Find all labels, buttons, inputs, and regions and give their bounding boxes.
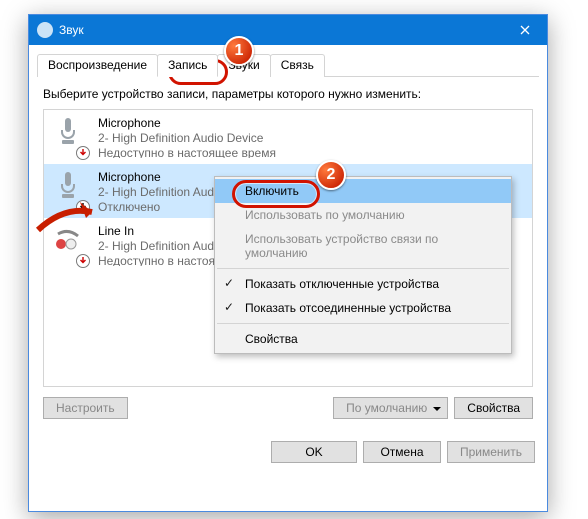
annotation-callout-2: 2 xyxy=(316,160,346,190)
tab-recording[interactable]: Запись xyxy=(157,54,218,77)
menu-use-comm-default[interactable]: Использовать устройство связи по умолчан… xyxy=(215,227,511,265)
microphone-icon xyxy=(52,116,84,148)
menu-separator xyxy=(217,268,509,269)
device-name: Microphone xyxy=(98,116,276,131)
menu-properties[interactable]: Свойства xyxy=(215,327,511,351)
menu-separator xyxy=(217,323,509,324)
menu-show-disabled[interactable]: Показать отключенные устройства xyxy=(215,272,511,296)
close-button[interactable] xyxy=(503,15,547,45)
cancel-button[interactable]: Отмена xyxy=(363,441,441,463)
device-status: Недоступно в настоящее время xyxy=(98,146,276,158)
apply-button[interactable]: Применить xyxy=(447,441,535,463)
titlebar: Звук xyxy=(29,15,547,45)
ok-button[interactable]: OK xyxy=(271,441,357,463)
set-default-button[interactable]: По умолчанию xyxy=(333,397,448,419)
app-icon xyxy=(37,22,53,38)
dialog-buttons: OK Отмена Применить xyxy=(29,431,547,463)
tab-communications[interactable]: Связь xyxy=(270,54,325,77)
device-item[interactable]: Microphone 2- High Definition Audio Devi… xyxy=(44,110,532,164)
status-badge-icon xyxy=(76,254,90,268)
list-buttons: Настроить По умолчанию Свойства xyxy=(43,397,533,419)
annotation-arrow xyxy=(34,198,112,243)
annotation-callout-1: 1 xyxy=(224,36,254,66)
annotation-ring xyxy=(232,180,320,208)
instruction-text: Выберите устройство записи, параметры ко… xyxy=(43,87,533,101)
close-icon xyxy=(520,25,530,35)
window-title: Звук xyxy=(59,23,84,37)
properties-button[interactable]: Свойства xyxy=(454,397,533,419)
status-badge-icon xyxy=(76,146,90,160)
menu-show-disconnected[interactable]: Показать отсоединенные устройства xyxy=(215,296,511,320)
device-sub: 2- High Definition Audio Device xyxy=(98,131,276,146)
tab-strip: Воспроизведение Запись Звуки Связь xyxy=(37,53,539,77)
configure-button[interactable]: Настроить xyxy=(43,397,128,419)
tab-playback[interactable]: Воспроизведение xyxy=(37,54,158,77)
device-icon-wrap xyxy=(52,116,88,158)
